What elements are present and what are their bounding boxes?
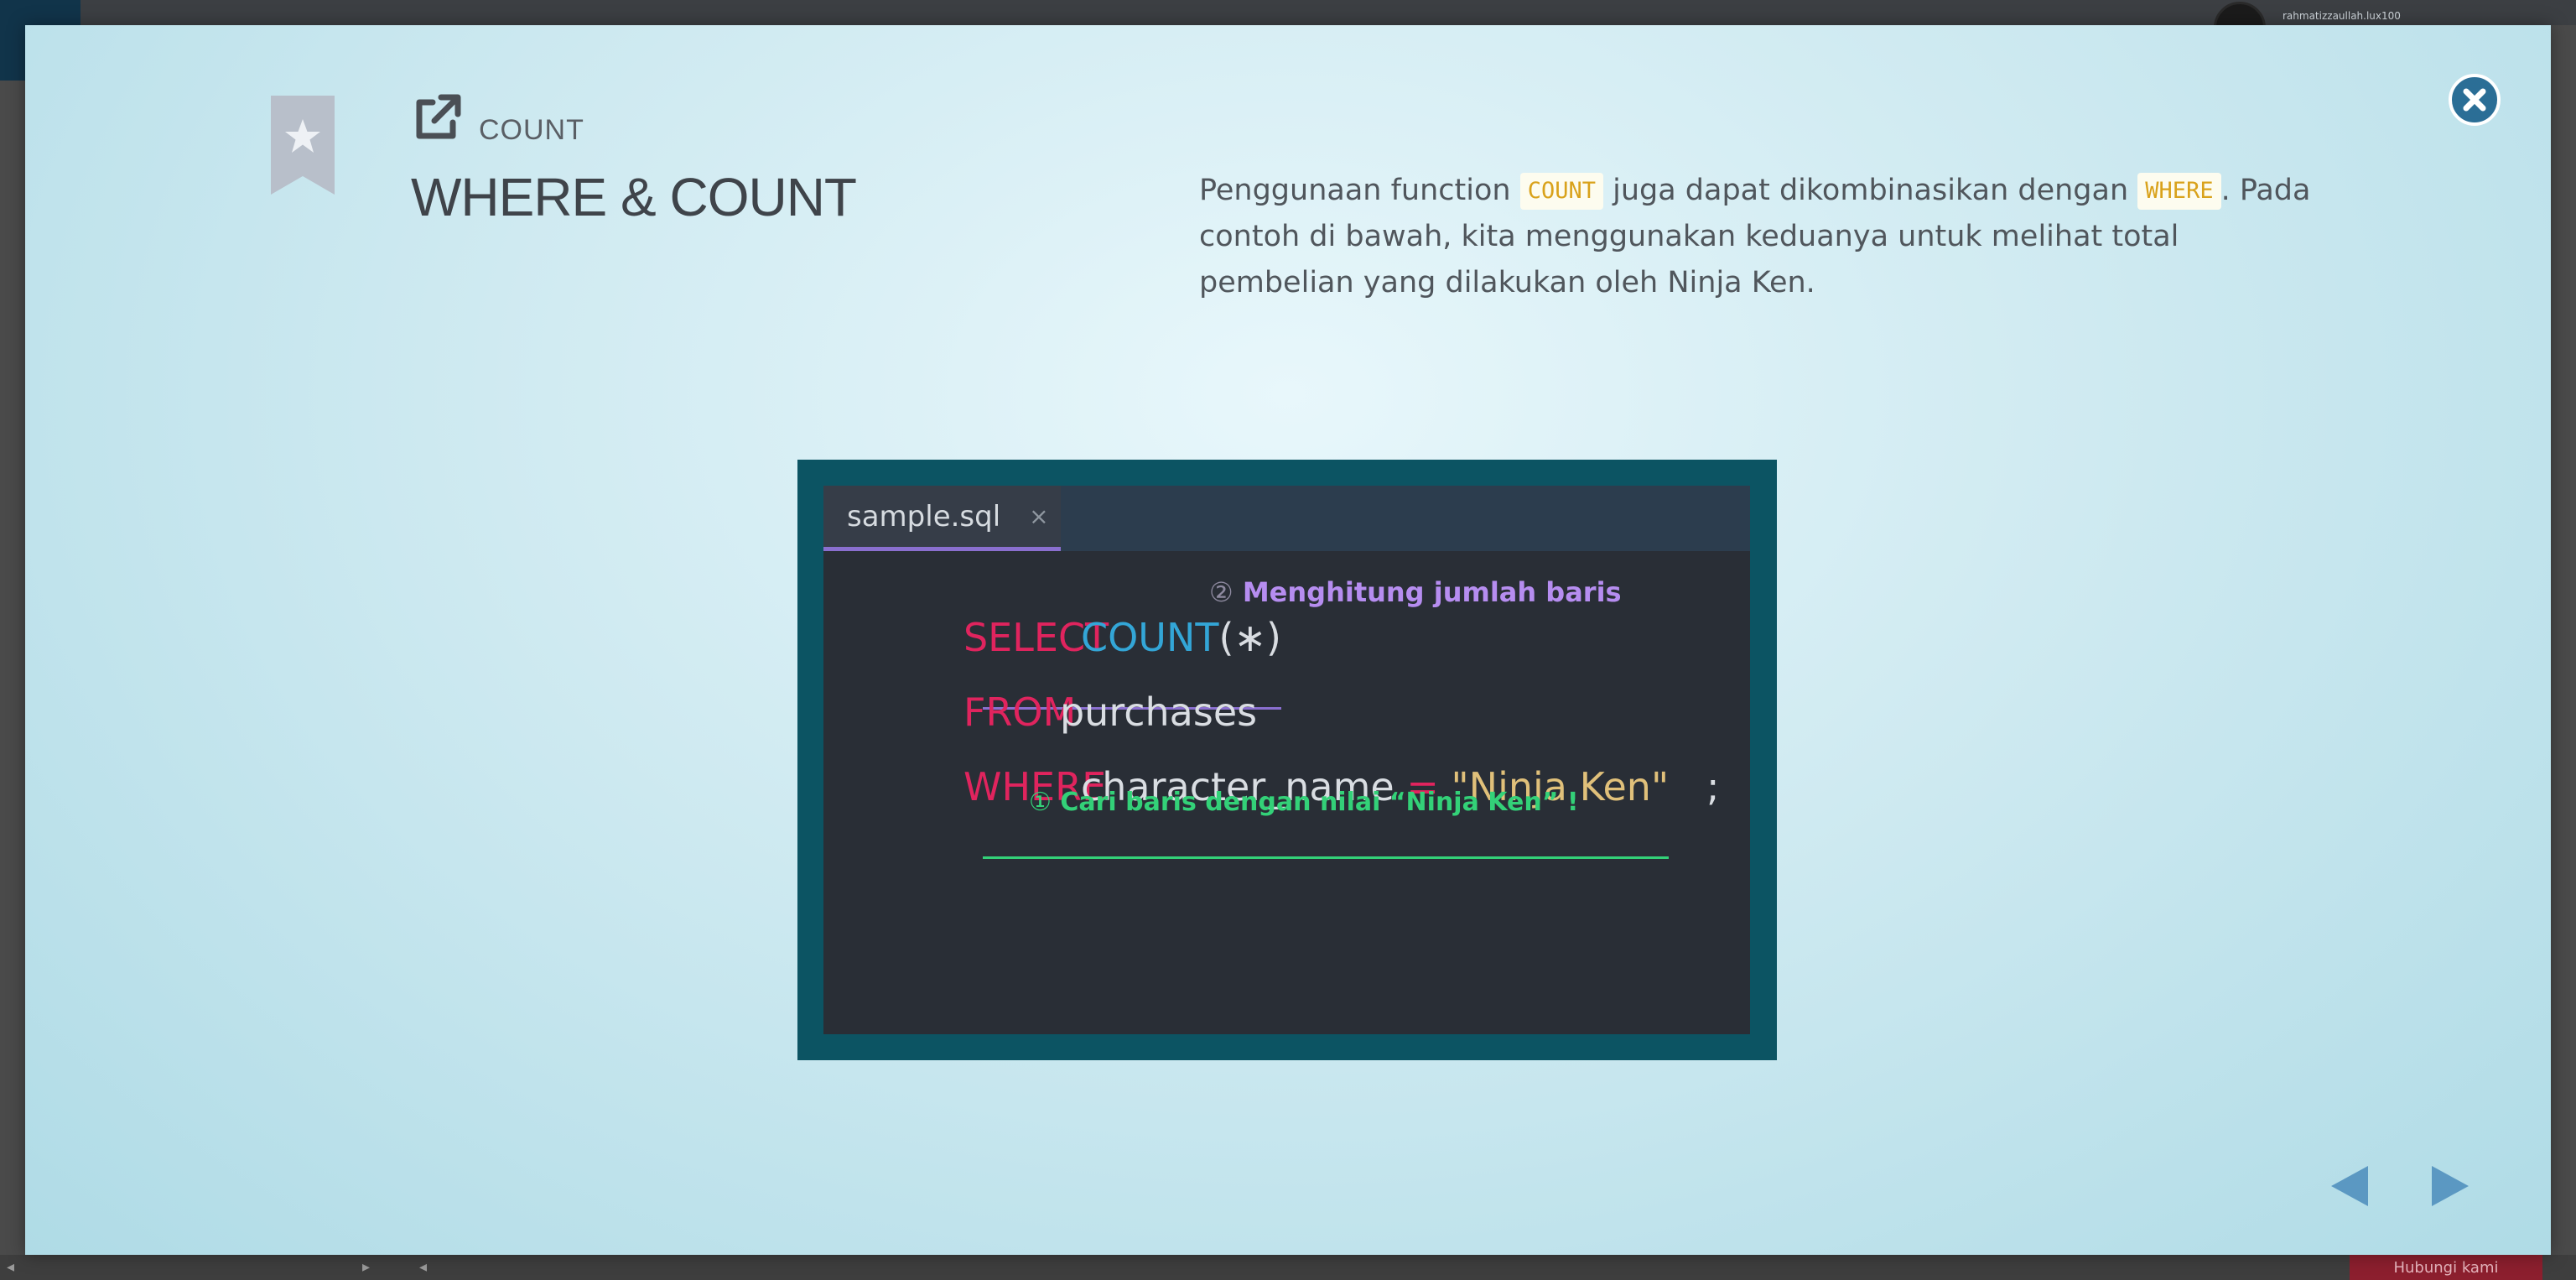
slide-modal: COUNT WHERE & COUNT Penggunaan function … (25, 25, 2551, 1255)
annotation-where: ① Cari baris dengan nilai “Ninja Ken” ! (1029, 788, 1579, 817)
scroll-right-icon[interactable]: ▸ (362, 1258, 370, 1276)
description-text: Penggunaan function (1199, 174, 1520, 207)
username: rahmatizzaullah.lux100 (2283, 10, 2401, 22)
contact-button[interactable]: Hubungi kami (2350, 1255, 2542, 1280)
editor-tabbar: sample.sql × (823, 486, 1750, 551)
annotation-count: ② Menghitung jumlah baris (1209, 576, 1622, 608)
scroll-left-icon-2[interactable]: ◂ (419, 1258, 427, 1276)
tab-label: sample.sql (847, 499, 1001, 533)
inline-code-count: COUNT (1519, 173, 1603, 210)
scroll-left-icon[interactable]: ◂ (7, 1258, 14, 1276)
user-info: rahmatizzaullah.lux100 (2214, 2, 2401, 54)
background-topbar (0, 0, 2576, 25)
close-icon (2463, 88, 2486, 112)
description-text: juga dapat dikombinasikan dengan (1602, 174, 2138, 207)
tab-close-icon: × (1029, 502, 1049, 530)
lesson-description: Penggunaan function COUNT juga dapat dik… (1199, 168, 2314, 306)
inline-code-where: WHERE (2137, 173, 2221, 210)
prev-arrow-icon[interactable] (2324, 1161, 2375, 1211)
code-semicolon: ; (1608, 719, 1720, 855)
lesson-category: COUNT (479, 114, 584, 146)
annotation-text: Cari baris dengan nilai “Ninja Ken” ! (1060, 788, 1579, 817)
annotation-number: ① (1029, 788, 1052, 817)
close-button[interactable] (2449, 74, 2501, 126)
bookmark-star-icon[interactable] (267, 96, 338, 195)
annotation-text: Menghitung jumlah baris (1242, 576, 1622, 608)
code-editor: sample.sql × SELECT COUNT(∗) ② Menghitun… (823, 486, 1750, 1034)
semicolon: ; (1706, 764, 1720, 809)
external-link-icon (416, 94, 461, 139)
lesson-title: WHERE & COUNT (411, 167, 857, 227)
annotation-number: ② (1209, 576, 1233, 608)
tab-sample-sql: sample.sql × (823, 486, 1061, 551)
background-bottombar: ◂ ▸ ◂ (0, 1255, 2576, 1280)
next-arrow-icon[interactable] (2425, 1161, 2475, 1211)
code-example: sample.sql × SELECT COUNT(∗) ② Menghitun… (797, 460, 1777, 1060)
